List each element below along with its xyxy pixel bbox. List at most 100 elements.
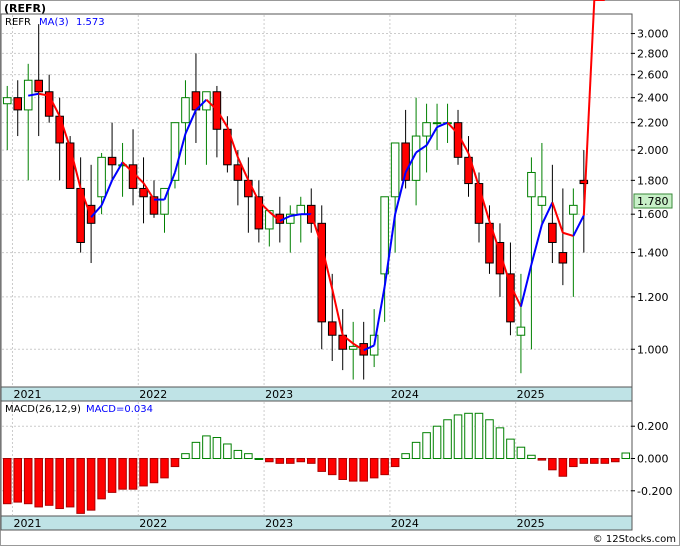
price-x-tick-label: 2024 (391, 388, 419, 401)
macd-bar-negative (380, 458, 389, 476)
macd-bar-positive (244, 453, 253, 459)
macd-bar-positive (495, 427, 505, 460)
macd-bar-negative (275, 458, 285, 464)
macd-legend-label: MACD(26,12,9) (5, 404, 81, 415)
candle-up (569, 204, 578, 215)
macd-bar-negative (579, 458, 589, 464)
chart-root: (REFR) 3.000 2.800 2.600 2.400 2.200 2.000 1.8… (0, 0, 680, 546)
macd-bar-negative (338, 458, 347, 480)
macd-bar-negative (2, 458, 12, 505)
candle-down (558, 252, 568, 264)
macd-bar-negative (128, 458, 138, 490)
macd-bar-negative (170, 458, 180, 468)
price-y-tick-label: 2.400 (637, 92, 669, 105)
candle-up (348, 345, 358, 350)
macd-bar-negative (55, 458, 64, 510)
price-y-axis: 3.000 2.800 2.600 2.400 2.200 2.000 1.800 1.600… (631, 28, 669, 356)
price-x-tick-label: 2025 (517, 388, 545, 401)
candle-down (327, 321, 337, 336)
candle-up (422, 122, 431, 137)
macd-x-tick-label: 2024 (391, 517, 419, 530)
macd-bar-negative (44, 458, 54, 506)
macd-bar-negative (296, 458, 306, 463)
price-y-tick-label: 1.400 (637, 247, 669, 260)
candle-up (537, 196, 547, 206)
candle-down (128, 164, 138, 189)
macd-bar-negative (139, 458, 148, 487)
macd-bar-negative (548, 458, 557, 471)
macd-legend-value: MACD=0.034 (86, 404, 153, 415)
price-y-tick-label: 2.800 (637, 47, 669, 60)
macd-bar-positive (485, 419, 494, 459)
macd-x-tick-label: 2021 (13, 517, 41, 530)
macd-bar-negative (286, 458, 295, 464)
macd-bar-positive (453, 414, 463, 459)
candle-up (181, 97, 190, 124)
price-y-tick-label: 2.600 (637, 69, 669, 82)
macd-x-tick-label: 2025 (517, 517, 545, 530)
macd-bar-positive (443, 419, 452, 459)
candle-down (244, 179, 253, 198)
candle-down (139, 187, 148, 198)
macd-bar-negative (558, 458, 568, 477)
macd-bar-negative (76, 458, 85, 514)
macd-bar-negative (23, 458, 33, 505)
candle-up (390, 142, 400, 198)
candle-up (97, 156, 106, 198)
price-y-tick-label: 3.000 (637, 28, 669, 41)
macd-bar-negative (600, 458, 610, 464)
price-x-tick-label: 2023 (265, 388, 293, 401)
candle-up (432, 122, 442, 125)
candle-down (506, 273, 515, 323)
candle-down (13, 97, 22, 111)
chart-title: (REFR) (4, 2, 46, 15)
macd-bar-positive (181, 453, 190, 459)
last-price-value: 1.780 (637, 195, 669, 208)
macd-bar-positive (401, 453, 410, 459)
footer-credit: © 12Stocks.com (593, 534, 676, 545)
price-legend-ma-label: MA(3) (39, 17, 69, 28)
macd-bar-positive (432, 425, 442, 460)
price-y-tick-label: 1.600 (637, 208, 669, 221)
stock-chart-svg: (REFR) 3.000 2.800 2.600 2.400 2.200 2.000 1.8… (0, 0, 680, 546)
macd-bar-negative (369, 458, 379, 479)
price-x-tick-label: 2022 (139, 388, 167, 401)
candle-up (516, 326, 526, 336)
macd-y-tick-label: -0.200 (637, 485, 672, 498)
macd-bar-negative (160, 458, 169, 479)
macd-bar-negative (327, 458, 337, 476)
price-y-tick-label: 1.800 (637, 174, 669, 187)
macd-bar-negative (118, 458, 127, 490)
price-panel-frame (0, 13, 633, 388)
candle-down (233, 164, 243, 181)
price-y-tick-label: 2.200 (637, 117, 669, 130)
macd-bar-positive (464, 412, 473, 459)
macd-bar-negative (306, 458, 316, 464)
macd-bar-positive (506, 438, 515, 459)
macd-bar-positive (621, 452, 631, 459)
candle-up (527, 171, 536, 198)
macd-bar-negative (317, 458, 327, 472)
macd-bar-negative (348, 458, 358, 482)
candle-up (296, 204, 306, 215)
macd-bar-negative (611, 458, 620, 463)
price-legend-ticker: REFR (5, 17, 31, 28)
macd-bar-negative (65, 458, 75, 508)
macd-bar-positive (223, 443, 232, 460)
macd-y-axis: 0.200 0.000 -0.200 (631, 420, 672, 498)
candle-down (55, 115, 64, 144)
macd-x-tick-label: 2023 (265, 517, 293, 530)
macd-bar-negative (149, 458, 159, 484)
candle-down (548, 222, 557, 243)
macd-x-tick-label: 2022 (139, 517, 167, 530)
macd-y-tick-label: 0.200 (637, 420, 669, 433)
price-y-tick-label: 1.200 (637, 291, 669, 304)
macd-bar-negative (590, 458, 599, 464)
macd-bar-positive (212, 437, 222, 459)
price-y-tick-label: 1.000 (637, 343, 669, 356)
candle-up (2, 97, 12, 105)
macd-bar-positive (411, 441, 421, 460)
macd-bar-positive (233, 449, 243, 459)
macd-bar-negative (107, 458, 117, 493)
macd-bar-negative (537, 458, 547, 461)
